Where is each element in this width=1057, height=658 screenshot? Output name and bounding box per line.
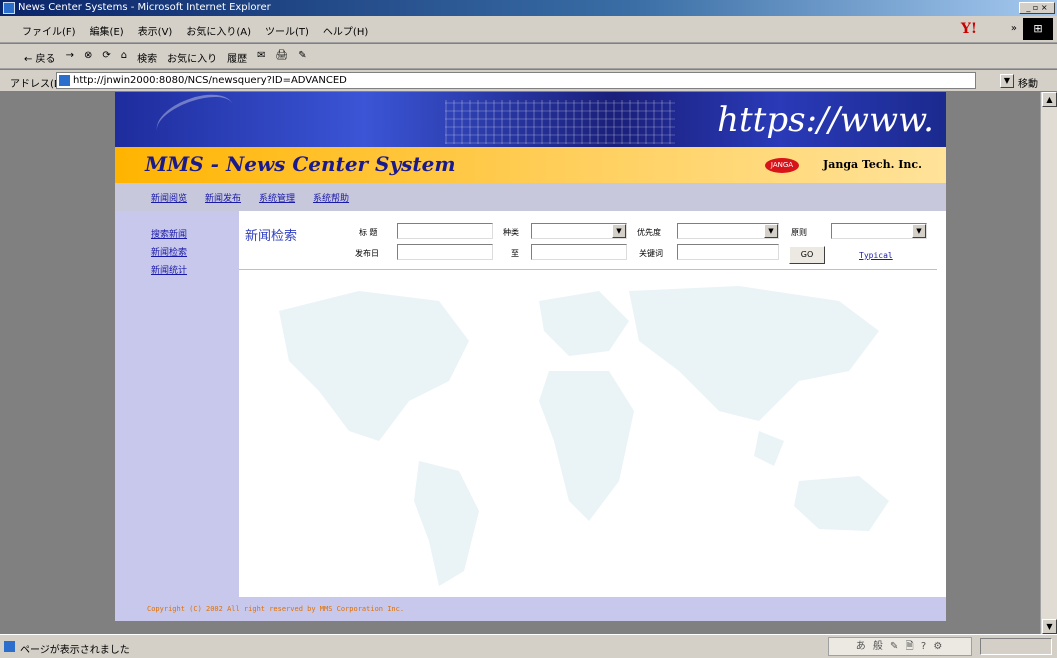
mail-icon[interactable]: ✉ <box>257 50 265 65</box>
chevron-down-icon: ▼ <box>612 224 626 238</box>
menu-favorites[interactable]: お気に入り(A) <box>186 23 251 38</box>
nav-news-read[interactable]: 新闻阅览 <box>151 191 187 204</box>
go-nav-button[interactable]: 移動 <box>1018 75 1038 90</box>
publish-date-label: 发布日 <box>355 249 379 258</box>
address-dropdown-icon[interactable]: ▼ <box>1000 74 1014 88</box>
address-input[interactable]: http://jnwin2000:8080/NCS/newsquery?ID=A… <box>56 72 976 89</box>
site-banner: https://www. <box>115 92 946 147</box>
category-label: 种类 <box>503 228 519 237</box>
print-icon[interactable]: 🖨 <box>275 50 288 65</box>
home-button[interactable]: ⌂ <box>121 50 127 65</box>
rule-select[interactable]: ▼ <box>831 223 927 239</box>
chevron-down-icon: ▼ <box>912 224 926 238</box>
yahoo-icon[interactable]: Y! <box>947 20 991 38</box>
chevron-more-icon[interactable]: » <box>1011 23 1017 34</box>
company-logo: JANGA <box>765 158 799 173</box>
ie-icon <box>3 2 15 14</box>
chevron-down-icon: ▼ <box>764 224 778 238</box>
window-titlebar: News Center Systems - Microsoft Internet… <box>0 0 1057 16</box>
refresh-button[interactable]: ⟳ <box>102 50 110 65</box>
category-select[interactable]: ▼ <box>531 223 627 239</box>
search-button[interactable]: 検索 <box>137 50 157 65</box>
typical-link[interactable]: Typical <box>859 251 893 260</box>
brand-bar: MMS - News Center System JANGA Janga Tec… <box>115 147 946 183</box>
status-bar: ページが表示されました あ 般 ✎ 🗎 ? ⚙ <box>0 634 1057 658</box>
keyword-input[interactable] <box>677 244 779 260</box>
scroll-down-icon[interactable]: ▼ <box>1042 619 1057 634</box>
edit-icon[interactable]: ✎ <box>298 50 306 65</box>
top-nav: 新闻阅览 新闻发布 系统管理 系统帮助 <box>115 183 946 211</box>
nav-system-help[interactable]: 系统帮助 <box>313 191 349 204</box>
web-page: https://www. MMS - News Center System JA… <box>115 92 946 621</box>
title-label: 标 题 <box>359 228 378 237</box>
swoosh-decoration <box>150 92 240 147</box>
history-button[interactable]: 履歴 <box>227 50 247 65</box>
page-icon <box>59 75 70 86</box>
vertical-scrollbar[interactable]: ▲ ▼ <box>1040 92 1057 634</box>
favorites-button[interactable]: お気に入り <box>167 50 217 65</box>
priority-select[interactable]: ▼ <box>677 223 779 239</box>
menu-help[interactable]: ヘルプ(H) <box>323 23 368 38</box>
menu-file[interactable]: ファイル(F) <box>22 23 76 38</box>
windows-logo-icon: ⊞ <box>1023 18 1053 40</box>
window-title: News Center Systems - Microsoft Internet… <box>18 2 271 13</box>
left-sidebar: 搜索新闻 新闻检索 新闻统计 <box>115 211 239 597</box>
forward-button[interactable]: → <box>66 50 74 65</box>
copyright-text: Copyright (C) 2002 All right reserved by… <box>147 605 405 613</box>
window-controls[interactable]: _ ▫ × <box>1019 2 1055 14</box>
company-name: Janga Tech. Inc. <box>823 158 922 171</box>
keyword-label: 关键词 <box>639 249 663 258</box>
publish-date-input[interactable] <box>397 244 493 260</box>
search-panel: 新闻检索 标 题 种类 ▼ 优先度 ▼ 原则 ▼ 发布日 至 关键词 GO Ty… <box>239 211 946 597</box>
stop-button[interactable]: ⊗ <box>84 50 92 65</box>
to-label: 至 <box>511 249 519 258</box>
site-title: MMS - News Center System <box>145 152 456 176</box>
scroll-up-icon[interactable]: ▲ <box>1042 92 1057 107</box>
page-viewport: https://www. MMS - News Center System JA… <box>0 92 1040 634</box>
address-bar: アドレス(D) http://jnwin2000:8080/NCS/newsqu… <box>0 70 1057 92</box>
nav-system-admin[interactable]: 系统管理 <box>259 191 295 204</box>
title-input[interactable] <box>397 223 493 239</box>
go-button[interactable]: GO <box>789 246 825 264</box>
sidebar-item-search-news[interactable]: 搜索新闻 <box>151 227 187 240</box>
menu-edit[interactable]: 編集(E) <box>90 23 124 38</box>
banner-url-text: https://www. <box>717 100 934 140</box>
rule-label: 原则 <box>791 228 807 237</box>
back-button[interactable]: ← 戻る <box>24 50 56 65</box>
address-url: http://jnwin2000:8080/NCS/newsquery?ID=A… <box>73 75 347 86</box>
menu-tools[interactable]: ツール(T) <box>265 23 309 38</box>
world-map-background <box>279 286 889 586</box>
toolbar: ← 戻る → ⊗ ⟳ ⌂ 検索 お気に入り 履歴 ✉ 🖨 ✎ <box>0 44 1057 69</box>
grid-decoration <box>445 100 675 144</box>
to-date-input[interactable] <box>531 244 627 260</box>
search-heading: 新闻检索 <box>245 229 298 244</box>
page-done-icon <box>4 641 15 652</box>
security-zone <box>980 638 1052 655</box>
priority-label: 优先度 <box>637 228 661 237</box>
nav-news-publish[interactable]: 新闻发布 <box>205 191 241 204</box>
sidebar-item-news-retrieval[interactable]: 新闻检索 <box>151 245 187 258</box>
ime-toolbar[interactable]: あ 般 ✎ 🗎 ? ⚙ <box>828 637 972 656</box>
menubar: ファイル(F) 編集(E) 表示(V) お気に入り(A) ツール(T) ヘルプ(… <box>0 16 1057 43</box>
sidebar-item-news-stats[interactable]: 新闻统计 <box>151 263 187 276</box>
divider <box>239 269 937 270</box>
status-text: ページが表示されました <box>20 645 130 656</box>
menu-view[interactable]: 表示(V) <box>138 23 173 38</box>
site-footer: Copyright (C) 2002 All right reserved by… <box>115 597 946 621</box>
